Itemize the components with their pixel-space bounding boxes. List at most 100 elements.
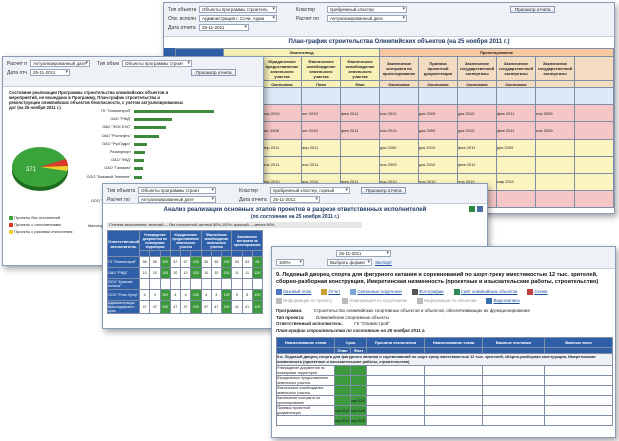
bar[interactable] — [134, 110, 214, 113]
bar[interactable] — [134, 151, 146, 154]
project-card-window: 25-11-2011 100% Выбрать формат Экспорт 9… — [271, 246, 616, 438]
cluster-select[interactable]: прибрежный кластер — [327, 6, 407, 13]
page-select[interactable]: 25-11-2011 — [336, 250, 391, 257]
table-row[interactable]: ГК "Олимпстрой" 56 56 100 57 57 100 55 55 100 54 53… — [107, 256, 264, 268]
bar[interactable] — [134, 142, 147, 146]
bar[interactable] — [134, 126, 166, 130]
date-select[interactable]: 25-11-2011 — [270, 196, 320, 203]
date-cell: фев 2011 — [457, 138, 497, 157]
plan-cell: апр 2010 — [334, 415, 351, 426]
table-row[interactable]: Заключение контракта на проектирование ап… — [276, 395, 613, 406]
calc-select[interactable]: Актуализированный дате — [327, 15, 407, 22]
bar-label: ОАО "РЖД" — [110, 117, 131, 122]
value-cell: 100 — [190, 289, 202, 301]
objects-info-link[interactable]: Информация по объектам — [416, 298, 476, 304]
date-cell — [340, 87, 380, 106]
site-link[interactable]: Сайт олимпийских объектов — [453, 289, 517, 295]
reason-cell — [366, 395, 425, 406]
view-report-button[interactable]: Просмотр отчета — [510, 6, 556, 13]
legend-risk: Проекты с рисками отклонения — [14, 229, 73, 234]
table-row[interactable]: Утверждение документов по планировке тер… — [276, 365, 613, 376]
w4-col-milestones: Важные вехи — [544, 337, 613, 348]
row-resp: ОАО "РЖД" — [107, 267, 140, 279]
date-cell — [418, 87, 458, 106]
table-row[interactable]: ООО "Роза Хутор" 4 4 100 4 4 100 4 4 100 5 5 100 — [107, 289, 264, 301]
view-report-button[interactable]: Просмотр отчета — [361, 187, 407, 194]
fact-cell: апр 2010 — [350, 395, 367, 406]
date-cell: ноя 2009 — [535, 104, 575, 123]
bar[interactable] — [134, 134, 160, 138]
date-cell — [574, 155, 614, 174]
table-row[interactable]: апр 2010 апр 2010 — [276, 415, 613, 426]
fact-cell: апр 2010 — [350, 415, 367, 426]
project-info-link[interactable]: Информация по проекту — [276, 298, 332, 304]
baseline-link[interactable]: Базовый план — [276, 289, 311, 295]
zoom-select[interactable]: 100% — [276, 259, 304, 266]
table-row[interactable]: ОАО "РЖД" 10 10 100 10 10 100 10 10 100 11 11 100 — [107, 267, 264, 279]
scheme-link[interactable]: Схема — [527, 289, 547, 295]
photos-link[interactable]: Фотографии — [411, 289, 444, 295]
obj-type-label: Тип объекта — [97, 60, 119, 67]
w1-subsub: Окончание — [457, 80, 497, 89]
calc-select[interactable]: Актуализированный дате — [30, 60, 90, 67]
stage-name: Заключение контракта на проектирование — [276, 395, 335, 406]
value-cell: 4 — [169, 289, 182, 301]
supplies-cell — [482, 405, 545, 416]
bar[interactable] — [134, 175, 142, 179]
value-cell: 100 — [159, 256, 171, 268]
w4-table: Наименование этапа Срок Причина отклонен… — [276, 337, 613, 426]
w4-col-reason: Причина отклонения — [366, 337, 425, 348]
plan-cell — [334, 395, 351, 406]
table-row[interactable]: ООО "Красная поляна" — [107, 278, 264, 290]
date-select[interactable]: 25-11-2011 — [199, 24, 249, 31]
export-excel-icon[interactable] — [469, 206, 475, 212]
obj-type-select[interactable]: Объекты программы строит — [122, 60, 192, 67]
print-icon[interactable] — [477, 206, 483, 212]
plan-cell: апр 2010 — [334, 405, 351, 416]
value-cell: 55 — [200, 256, 212, 268]
date-cell: фев 2011 — [496, 104, 536, 123]
resp-select[interactable]: Администрация г. Сочи, Адми — [199, 15, 277, 22]
milestones-cell — [544, 385, 613, 396]
videos-link[interactable]: Видеозаписи — [486, 298, 520, 304]
date-cell — [496, 87, 536, 106]
view-report-button[interactable]: Просмотр отчета — [191, 69, 237, 76]
w4-col-term: Срок — [334, 337, 367, 348]
date-select[interactable]: 25-11-2011 — [30, 69, 70, 76]
bar[interactable] — [134, 167, 143, 171]
bar-label: Росморпорт — [109, 150, 131, 154]
table-row[interactable]: Приемка проектной документации апр 2010 ап… — [276, 405, 613, 416]
value-cell: 56 — [138, 256, 151, 268]
w3-group: Заключение контракта на проектирование — [231, 230, 264, 251]
bar[interactable] — [134, 159, 145, 163]
legend-deviation: Проекты с отклонениями — [14, 222, 61, 227]
bar[interactable] — [134, 118, 173, 122]
date-cell: ноя 2009 — [379, 155, 419, 174]
obj-type-select[interactable]: Объекты программы строитель — [199, 6, 277, 13]
value-cell: 47 — [169, 300, 182, 314]
value-cell — [200, 278, 212, 290]
type-label: Тип проекта: — [276, 314, 305, 320]
supplies-cell — [482, 385, 545, 396]
fact-cell — [350, 385, 367, 396]
value-cell — [221, 278, 233, 290]
value-cell — [251, 278, 264, 290]
w4-links-row1: Базовый план Отчет Связанные поручения Ф… — [272, 288, 615, 296]
value-cell: 100 — [221, 267, 233, 279]
report-link[interactable]: Отчет — [321, 289, 340, 295]
export-link[interactable]: Экспорт — [375, 260, 392, 265]
calc-select[interactable]: Актуализированный дате — [138, 196, 216, 203]
table-row[interactable]: Фактическое освобождение земельного учас… — [276, 385, 613, 396]
table-row[interactable]: Администрация Краснодарского края 47 47 100… — [107, 300, 264, 314]
value-cell: 53 — [241, 256, 253, 268]
date-cell — [301, 87, 341, 106]
table-row[interactable]: Юридическое предоставление земельного уч… — [276, 375, 613, 386]
obj-type-select[interactable]: Объекты программы строит — [138, 187, 216, 194]
status-pie-chart: 371 — [12, 147, 68, 191]
w1-subsub: Окончание — [379, 80, 419, 89]
related-orders-link[interactable]: Связанные поручения — [350, 289, 402, 295]
orders-info-link[interactable]: Информация по поручениям — [342, 298, 407, 304]
format-select[interactable]: Выбрать формат — [327, 259, 372, 266]
w4-col-supplies: Важные поставки — [482, 337, 545, 348]
cluster-select[interactable]: прибрежный кластер, горный — [270, 187, 350, 194]
